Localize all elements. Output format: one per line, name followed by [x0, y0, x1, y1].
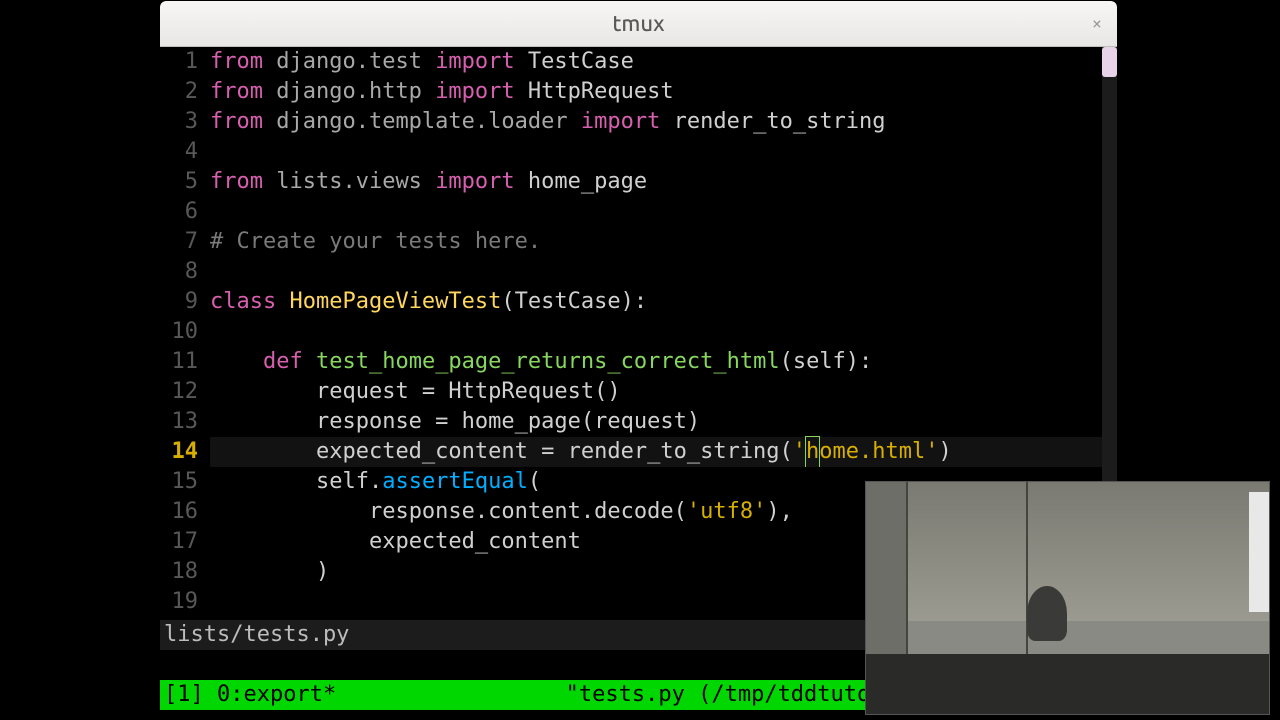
scrollbar-thumb[interactable] [1102, 47, 1117, 77]
line-number: 12 [160, 377, 210, 407]
close-icon[interactable]: × [1087, 14, 1107, 34]
line-number: 13 [160, 407, 210, 437]
titlebar: tmux × [160, 1, 1117, 47]
line-number: 17 [160, 527, 210, 557]
line-number: 5 [160, 167, 210, 197]
line-number: 18 [160, 557, 210, 587]
line-number: 4 [160, 137, 210, 167]
line-number: 19 [160, 587, 210, 617]
current-line: 14 expected_content = render_to_string('… [160, 437, 1102, 467]
line-number: 11 [160, 347, 210, 377]
line-number: 3 [160, 107, 210, 137]
line-number: 9 [160, 287, 210, 317]
line-number: 16 [160, 497, 210, 527]
line-number: 8 [160, 257, 210, 287]
window-title: tmux [612, 11, 664, 36]
webcam-overlay [865, 481, 1270, 715]
tmux-session[interactable]: [1] 0:export* [164, 680, 336, 710]
statusline-file: lists/tests.py [164, 620, 349, 650]
line-number: 15 [160, 467, 210, 497]
line-number: 2 [160, 77, 210, 107]
line-number: 14 [160, 437, 210, 467]
line-number: 6 [160, 197, 210, 227]
cursor: h [805, 436, 820, 468]
line-number: 7 [160, 227, 210, 257]
line-number: 1 [160, 47, 210, 77]
line-number: 10 [160, 317, 210, 347]
